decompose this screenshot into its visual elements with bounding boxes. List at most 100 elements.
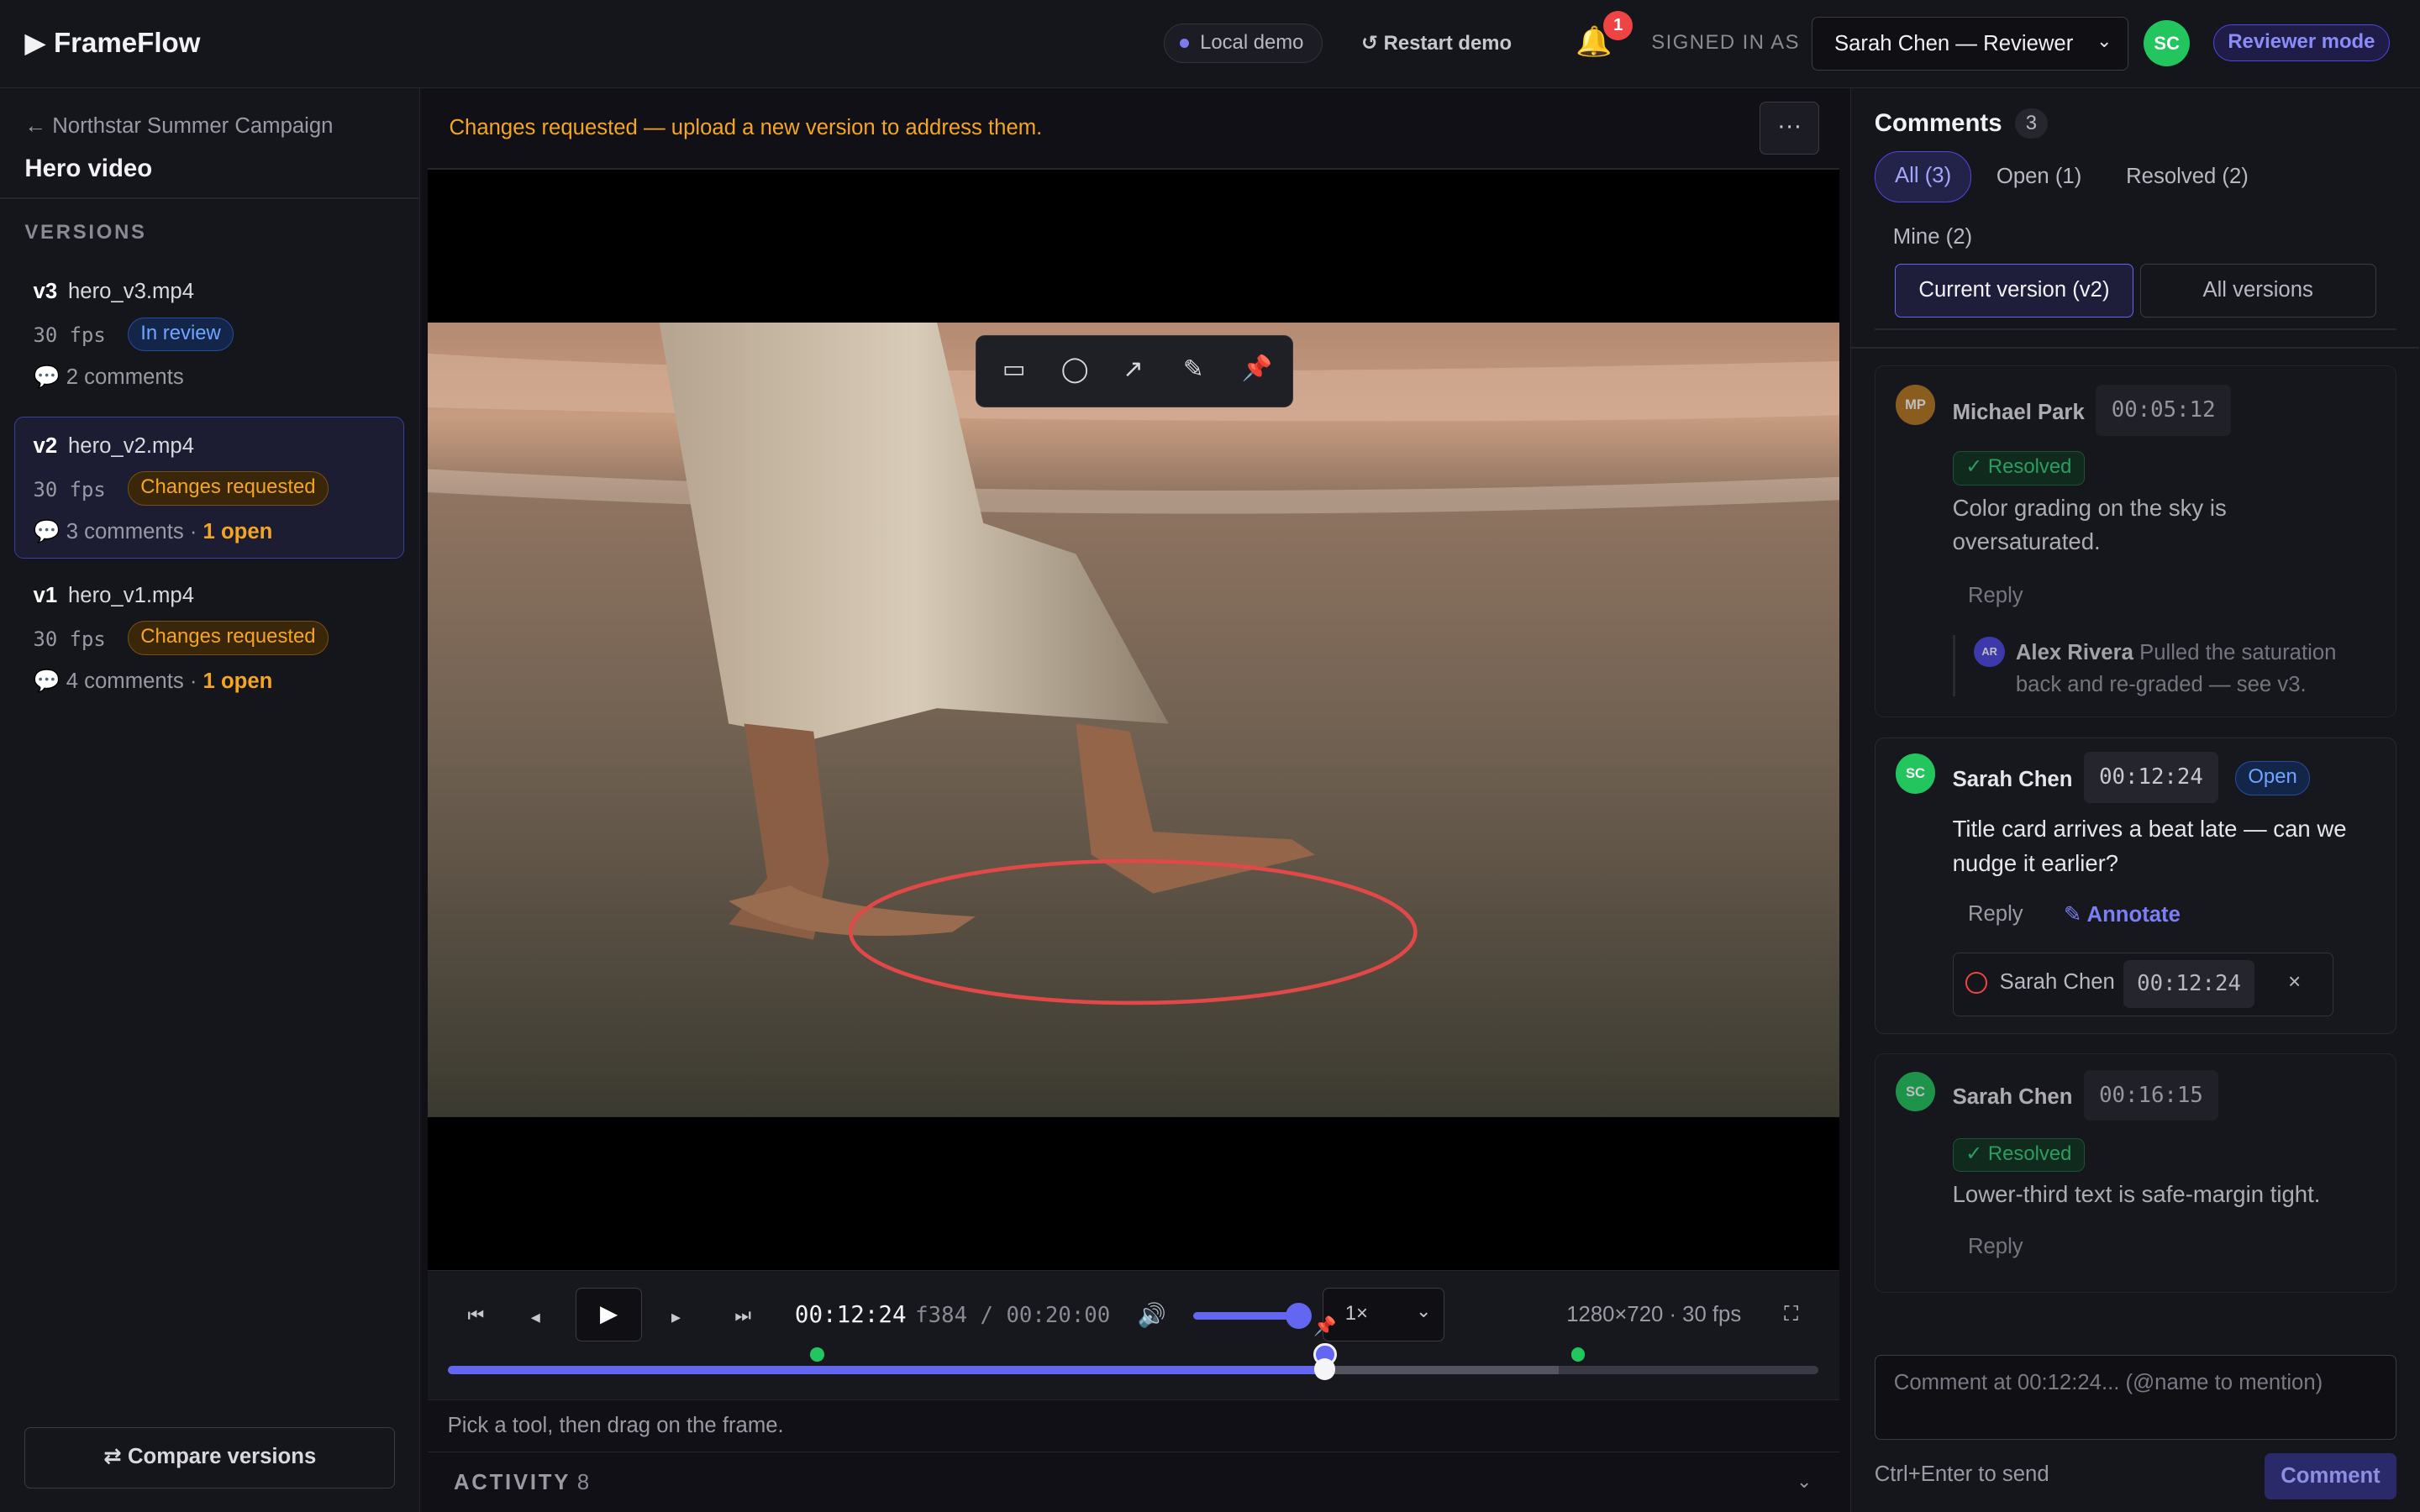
skip-end-icon[interactable]: ⏭ [734, 1305, 751, 1326]
version-tag: v1 [33, 584, 58, 608]
comment-count: 4 comments · [66, 669, 203, 694]
status-badge: Changes requested [127, 471, 329, 506]
sidebar: ← Northstar Summer Campaign Hero video V… [0, 87, 420, 1512]
comment-author: Sarah Chen [1952, 767, 2073, 791]
page-title: Hero video [24, 154, 153, 182]
activity-label: ACTIVITY [453, 1471, 571, 1495]
comments-count: 3 [2014, 108, 2048, 139]
breadcrumb[interactable]: ← Northstar Summer Campaign [24, 114, 333, 139]
comment-card[interactable]: SC Sarah Chen 00:16:15 ✓ Resolved Lower-… [1874, 1053, 2396, 1294]
comment-timestamp[interactable]: 00:12:24 [2083, 752, 2219, 804]
comment-card[interactable]: SC Sarah Chen 00:12:24 Open Title card a… [1874, 737, 2396, 1034]
filter-mine[interactable]: Mine (2) [1893, 225, 1972, 249]
pin-tool-icon[interactable]: 📌 [1242, 354, 1273, 383]
current-timecode: 00:12:24 [794, 1301, 907, 1329]
version-fps: 30 fps [33, 627, 106, 651]
comment-input[interactable]: Comment at 00:12:24... (@name to mention… [1874, 1354, 2396, 1440]
comment-submit-button[interactable]: Comment [2265, 1453, 2396, 1500]
frame-info: f384 / 00:20:00 [915, 1303, 1111, 1329]
version-item-v2[interactable]: v2 hero_v2.mp4 30 fps Changes requested 💬… [13, 416, 405, 559]
avatar: SC [1895, 753, 1936, 795]
signed-in-label: SIGNED IN AS [1651, 30, 1801, 54]
comment-timestamp[interactable]: 00:16:15 [2083, 1069, 2219, 1121]
step-back-icon[interactable]: ◂ [531, 1306, 540, 1328]
reply-button[interactable]: Reply [1968, 902, 2023, 927]
annotation-timestamp: 00:12:24 [2123, 959, 2255, 1008]
fullscreen-icon[interactable]: ⛶ [1784, 1303, 1798, 1326]
version-item-v1[interactable]: v1 hero_v1.mp4 30 fps Changes requested 💬… [14, 566, 405, 708]
version-file: hero_v3.mp4 [67, 280, 195, 304]
timeline-buffer [1323, 1366, 1560, 1374]
notification-badge: 1 [1603, 10, 1634, 40]
compare-versions-button[interactable]: ⇄ Compare versions [24, 1426, 396, 1489]
version-row: v1 hero_v1.mp4 [34, 584, 194, 608]
playhead[interactable] [1313, 1358, 1336, 1380]
rectangle-tool-icon[interactable]: ▭ [1002, 354, 1026, 384]
divider [1874, 328, 2396, 331]
skip-start-icon[interactable]: ⏮ [468, 1305, 485, 1326]
filter-all[interactable]: All (3) [1874, 150, 1972, 202]
main-panel: Changes requested — upload a new version… [419, 87, 1851, 1512]
activity-toggle[interactable]: ACTIVITY 8 ⌄ [427, 1452, 1840, 1512]
open-count: 1 open [203, 520, 273, 544]
avatar[interactable]: SC [2144, 19, 2191, 66]
more-options-button[interactable]: ··· [1759, 102, 1820, 155]
avatar: SC [1895, 1071, 1936, 1112]
volume-icon[interactable]: 🔊 [1138, 1301, 1166, 1329]
send-hint: Ctrl+Enter to send [1874, 1462, 2049, 1487]
open-count: 1 open [203, 669, 273, 694]
comment-text: Title card arrives a beat late — can we … [1952, 816, 2347, 876]
pen-tool-icon[interactable]: ✎ [1183, 354, 1204, 384]
scope-all-versions[interactable]: All versions [2139, 264, 2376, 318]
annotate-button[interactable]: ✎ Annotate [2064, 902, 2181, 927]
status-message: Changes requested — upload a new version… [449, 115, 1043, 139]
versions-heading: VERSIONS [24, 220, 147, 244]
annotation-chip[interactable]: Sarah Chen 00:12:24 × [1952, 953, 2334, 1016]
reviewer-mode-badge: Reviewer mode [2212, 24, 2390, 62]
close-icon[interactable]: × [2288, 970, 2301, 995]
annotation-toolbar: ▭ ◯ ↗ ✎ 📌 [975, 334, 1294, 407]
version-row: v2 hero_v2.mp4 [34, 434, 194, 459]
user-select[interactable]: Sarah Chen — Reviewer ⌄ [1812, 17, 2128, 71]
restart-demo-button[interactable]: ↺ Restart demo [1361, 31, 1512, 55]
app-logo[interactable]: ▶ FrameFlow [24, 26, 200, 60]
version-row: v3 hero_v3.mp4 [34, 280, 194, 304]
tool-hint: Pick a tool, then drag on the frame. [427, 1399, 1840, 1452]
filter-resolved[interactable]: Resolved (2) [2126, 151, 2249, 202]
play-button[interactable]: ▶ [576, 1287, 643, 1342]
scope-current-version[interactable]: Current version (v2) [1894, 264, 2134, 318]
reply-button[interactable]: Reply [1968, 584, 2023, 608]
volume-handle[interactable] [1285, 1303, 1313, 1330]
version-fps: 30 fps [33, 477, 106, 501]
version-file: hero_v2.mp4 [67, 434, 195, 459]
comment-marker[interactable] [810, 1347, 824, 1362]
ellipse-tool-icon[interactable]: ◯ [1061, 354, 1089, 384]
comments-panel: Comments 3 All (3) Open (1) Resolved (2)… [1850, 87, 2420, 1512]
arrow-tool-icon[interactable]: ↗ [1123, 354, 1144, 384]
resolved-badge: ✓ Resolved [1952, 1137, 2086, 1173]
video-frame[interactable] [427, 322, 1840, 1117]
activity-count: 8 [576, 1471, 590, 1495]
ellipse-annotation-icon [1965, 972, 1987, 994]
reply-author: Alex Rivera [2015, 640, 2133, 664]
comment-marker[interactable] [1570, 1347, 1586, 1362]
open-badge: Open [2234, 761, 2311, 795]
status-badge: In review [127, 317, 234, 351]
status-dot-icon [1180, 38, 1190, 48]
comment-timestamp[interactable]: 00:05:12 [2096, 385, 2231, 436]
divider [0, 197, 418, 199]
version-comments: 💬 3 comments · 1 open [33, 520, 273, 544]
version-file: hero_v1.mp4 [67, 584, 195, 608]
version-item-v3[interactable]: v3 hero_v3.mp4 30 fps In review 💬 2 comme… [14, 262, 405, 404]
comment-count: 3 comments · [66, 520, 203, 544]
comment-text: Lower-third text is safe-margin tight. [1952, 1181, 2321, 1208]
version-comments: 💬 2 comments [33, 365, 184, 390]
timeline-progress [447, 1366, 1325, 1374]
reply-button[interactable]: Reply [1968, 1235, 2023, 1259]
step-forward-icon[interactable]: ▸ [671, 1306, 681, 1328]
video-player[interactable]: ▭ ◯ ↗ ✎ 📌 [427, 170, 1840, 1270]
chevron-down-icon: ⌄ [2096, 29, 2112, 51]
speed-select[interactable]: 1× ⌄ [1323, 1287, 1445, 1342]
filter-open[interactable]: Open (1) [1996, 151, 2081, 202]
comment-card[interactable]: MP Michael Park 00:05:12 ✓ Resolved Colo… [1874, 365, 2396, 718]
